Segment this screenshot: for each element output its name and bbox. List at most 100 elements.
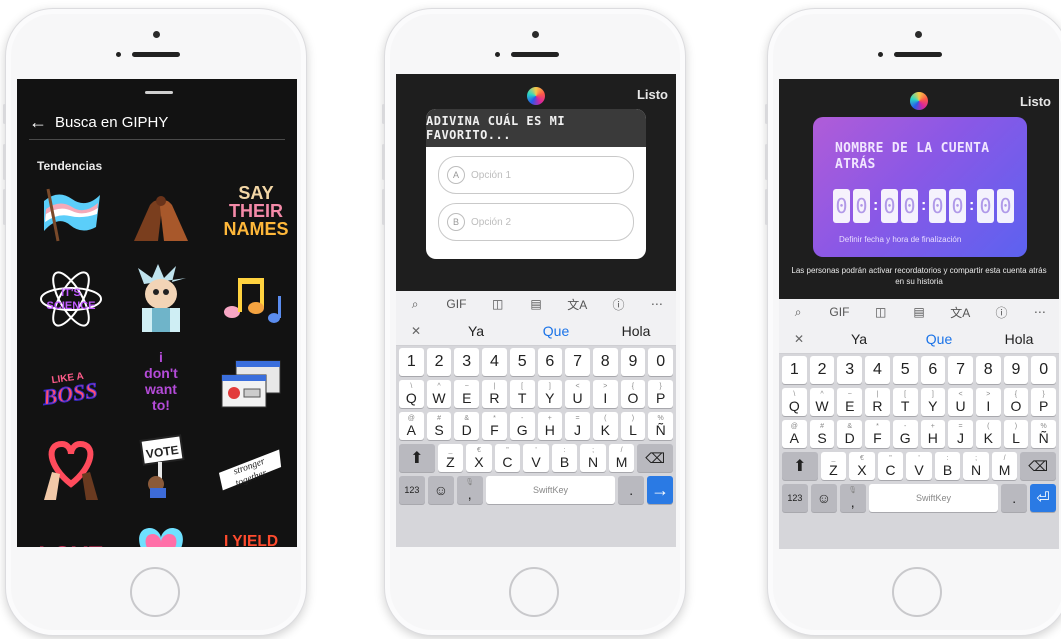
key-n[interactable]: ; N — [580, 444, 606, 472]
key-c[interactable]: " C — [877, 452, 904, 480]
key-s[interactable]: # S — [809, 420, 835, 448]
key-w[interactable]: ^ W — [809, 388, 835, 416]
key-v[interactable]: ' V — [906, 452, 932, 480]
emoji-key[interactable]: ☺ — [810, 484, 837, 512]
gif-icon[interactable]: GIF — [829, 305, 849, 319]
done-button[interactable]: Listo — [1020, 94, 1051, 109]
key-f[interactable]: * F — [482, 412, 507, 440]
key-d[interactable]: & D — [837, 420, 863, 448]
key-x[interactable]: € X — [466, 444, 492, 472]
key-a[interactable]: @ A — [398, 412, 424, 440]
key-8[interactable]: 8 — [592, 348, 618, 376]
quiz-sticker[interactable]: ADIVINA CUÁL ES MI FAVORITO... A Opción … — [426, 109, 646, 259]
suggestion-1[interactable]: Ya — [436, 323, 516, 339]
key-5[interactable]: 5 — [509, 348, 535, 376]
enter-key[interactable]: ⏎ — [1030, 484, 1057, 512]
key-t[interactable]: [T — [892, 388, 918, 416]
backspace-key[interactable]: ⌫ — [637, 444, 674, 472]
key-a[interactable]: @ A — [781, 420, 807, 448]
numbers-key[interactable]: 123 — [781, 484, 808, 512]
key-2[interactable]: 2 — [809, 356, 835, 384]
quiz-option-1[interactable]: A Opción 1 — [438, 156, 634, 194]
clipboard-icon[interactable]: ▤ — [912, 305, 926, 319]
key-5[interactable]: 5 — [892, 356, 918, 384]
key-i[interactable]: > I — [975, 388, 1001, 416]
key-r[interactable]: | R — [865, 388, 890, 416]
key-h[interactable]: + H — [920, 420, 946, 448]
pinky-promise-hands-sticker[interactable] — [127, 179, 195, 247]
collapse-icon[interactable]: ✕ — [396, 324, 436, 338]
key-9[interactable]: 9 — [620, 348, 646, 376]
key-v[interactable]: ' V — [523, 444, 549, 472]
comma-key[interactable]: 🎙, — [839, 484, 866, 512]
quiz-question[interactable]: ADIVINA CUÁL ES MI FAVORITO... — [426, 109, 646, 147]
key-0[interactable]: 0 — [1031, 356, 1057, 384]
key-i[interactable]: > I — [592, 380, 618, 408]
clipboard-icon[interactable]: ▤ — [529, 297, 543, 311]
key-p[interactable]: } P — [1031, 388, 1057, 416]
key-u[interactable]: < U — [565, 380, 590, 408]
rick-sticker[interactable] — [127, 263, 195, 332]
sticker-icon[interactable]: ◫ — [874, 305, 888, 319]
more-icon[interactable]: ⋯ — [1033, 305, 1047, 319]
home-button[interactable] — [130, 567, 180, 617]
key-f[interactable]: * F — [865, 420, 890, 448]
key-d[interactable]: & D — [454, 412, 480, 440]
more-icon[interactable]: ⋯ — [650, 297, 664, 311]
suggestion-2[interactable]: Que — [516, 323, 596, 339]
period-key[interactable]: . — [1001, 484, 1028, 512]
heart-sticker[interactable] — [127, 515, 195, 547]
collapse-icon[interactable]: ✕ — [779, 332, 819, 346]
key-w[interactable]: ^ W — [426, 380, 452, 408]
suggestion-3[interactable]: Hola — [596, 323, 676, 339]
key-e[interactable]: ~ E — [454, 380, 480, 408]
key-1[interactable]: 1 — [781, 356, 807, 384]
countdown-set-date-link[interactable]: Definir fecha y hora de finalización — [839, 235, 961, 244]
key-g[interactable]: -G — [509, 412, 535, 440]
key-c[interactable]: " C — [494, 444, 521, 472]
search-icon[interactable]: ⌕ — [408, 297, 422, 312]
key-0[interactable]: 0 — [648, 348, 674, 376]
search-icon[interactable]: ⌕ — [791, 305, 805, 320]
done-button[interactable]: Listo — [637, 87, 668, 102]
stronger-together-sticker[interactable]: stronger together — [217, 433, 285, 501]
key-p[interactable]: } P — [648, 380, 674, 408]
key-9[interactable]: 9 — [1003, 356, 1029, 384]
vote-sign-sticker[interactable]: VOTE — [127, 431, 195, 499]
key-s[interactable]: # S — [426, 412, 452, 440]
its-science-sticker[interactable]: IT'S SCIENCE — [37, 265, 105, 333]
key-y[interactable]: ] Y — [537, 380, 563, 408]
key-enye[interactable]: % Ñ — [648, 412, 674, 440]
key-7[interactable]: 7 — [948, 356, 973, 384]
key-t[interactable]: [T — [509, 380, 535, 408]
shift-key[interactable]: ⬆ — [781, 452, 818, 480]
key-z[interactable]: _ Z — [820, 452, 847, 480]
sticker-icon[interactable]: ◫ — [491, 297, 505, 311]
dont-want-to-sticker[interactable]: i don't want to! — [127, 347, 195, 415]
comma-key[interactable]: 🎙, — [456, 476, 483, 504]
key-j[interactable]: = J — [565, 412, 590, 440]
translate-icon[interactable]: 文A — [950, 304, 970, 321]
key-b[interactable]: :B — [551, 444, 578, 472]
key-j[interactable]: = J — [948, 420, 973, 448]
sheet-handle[interactable] — [145, 91, 173, 94]
quiz-option-2[interactable]: B Opción 2 — [438, 203, 634, 241]
key-e[interactable]: ~ E — [837, 388, 863, 416]
key-q[interactable]: \ Q — [781, 388, 807, 416]
home-button[interactable] — [892, 567, 942, 617]
trans-flag-sticker[interactable] — [37, 179, 105, 247]
key-enye[interactable]: % Ñ — [1031, 420, 1057, 448]
key-o[interactable]: {O — [1003, 388, 1029, 416]
giphy-search-bar[interactable]: ← Busca en GIPHY — [29, 105, 285, 140]
key-k[interactable]: (K — [592, 412, 618, 440]
shift-key[interactable]: ⬆ — [398, 444, 435, 472]
translate-icon[interactable]: 文A — [567, 296, 587, 313]
key-2[interactable]: 2 — [426, 348, 452, 376]
key-6[interactable]: 6 — [537, 348, 563, 376]
yield-sticker[interactable]: I YIELD— — [217, 513, 285, 547]
send-key[interactable]: → — [647, 476, 674, 504]
key-b[interactable]: :B — [934, 452, 961, 480]
say-their-names-sticker[interactable]: SAY THEIR NAMES — [217, 177, 295, 245]
info-icon[interactable]: ⓘ — [612, 296, 626, 313]
key-k[interactable]: (K — [975, 420, 1001, 448]
